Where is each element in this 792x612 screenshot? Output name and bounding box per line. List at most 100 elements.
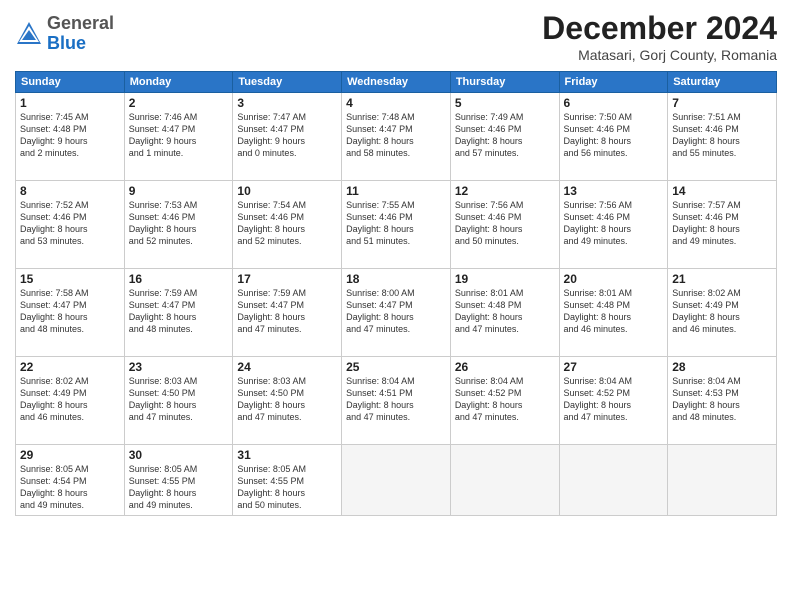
- calendar-cell: 24Sunrise: 8:03 AM Sunset: 4:50 PM Dayli…: [233, 357, 342, 445]
- calendar-cell: 2Sunrise: 7:46 AM Sunset: 4:47 PM Daylig…: [124, 93, 233, 181]
- calendar-cell: 9Sunrise: 7:53 AM Sunset: 4:46 PM Daylig…: [124, 181, 233, 269]
- day-number: 18: [346, 272, 446, 286]
- calendar-cell: 17Sunrise: 7:59 AM Sunset: 4:47 PM Dayli…: [233, 269, 342, 357]
- day-info: Sunrise: 8:04 AM Sunset: 4:52 PM Dayligh…: [455, 375, 555, 424]
- day-number: 20: [564, 272, 664, 286]
- col-saturday: Saturday: [668, 72, 777, 93]
- calendar-cell: 10Sunrise: 7:54 AM Sunset: 4:46 PM Dayli…: [233, 181, 342, 269]
- day-info: Sunrise: 7:59 AM Sunset: 4:47 PM Dayligh…: [129, 287, 229, 336]
- calendar-cell: 11Sunrise: 7:55 AM Sunset: 4:46 PM Dayli…: [342, 181, 451, 269]
- calendar-cell: 7Sunrise: 7:51 AM Sunset: 4:46 PM Daylig…: [668, 93, 777, 181]
- day-info: Sunrise: 8:05 AM Sunset: 4:54 PM Dayligh…: [20, 463, 120, 512]
- day-number: 28: [672, 360, 772, 374]
- col-monday: Monday: [124, 72, 233, 93]
- calendar-cell: 19Sunrise: 8:01 AM Sunset: 4:48 PM Dayli…: [450, 269, 559, 357]
- day-info: Sunrise: 8:04 AM Sunset: 4:52 PM Dayligh…: [564, 375, 664, 424]
- day-number: 23: [129, 360, 229, 374]
- day-info: Sunrise: 7:54 AM Sunset: 4:46 PM Dayligh…: [237, 199, 337, 248]
- calendar-week-row: 22Sunrise: 8:02 AM Sunset: 4:49 PM Dayli…: [16, 357, 777, 445]
- day-number: 15: [20, 272, 120, 286]
- day-info: Sunrise: 8:04 AM Sunset: 4:51 PM Dayligh…: [346, 375, 446, 424]
- day-info: Sunrise: 8:05 AM Sunset: 4:55 PM Dayligh…: [129, 463, 229, 512]
- day-info: Sunrise: 8:01 AM Sunset: 4:48 PM Dayligh…: [564, 287, 664, 336]
- col-friday: Friday: [559, 72, 668, 93]
- calendar-cell: 23Sunrise: 8:03 AM Sunset: 4:50 PM Dayli…: [124, 357, 233, 445]
- day-info: Sunrise: 7:56 AM Sunset: 4:46 PM Dayligh…: [455, 199, 555, 248]
- day-number: 31: [237, 448, 337, 462]
- calendar-week-row: 1Sunrise: 7:45 AM Sunset: 4:48 PM Daylig…: [16, 93, 777, 181]
- calendar-cell: 30Sunrise: 8:05 AM Sunset: 4:55 PM Dayli…: [124, 445, 233, 516]
- logo-icon: [15, 20, 43, 48]
- header: General Blue December 2024 Matasari, Gor…: [15, 10, 777, 63]
- day-info: Sunrise: 8:02 AM Sunset: 4:49 PM Dayligh…: [20, 375, 120, 424]
- day-info: Sunrise: 7:59 AM Sunset: 4:47 PM Dayligh…: [237, 287, 337, 336]
- day-number: 26: [455, 360, 555, 374]
- calendar-cell: 5Sunrise: 7:49 AM Sunset: 4:46 PM Daylig…: [450, 93, 559, 181]
- day-info: Sunrise: 7:48 AM Sunset: 4:47 PM Dayligh…: [346, 111, 446, 160]
- calendar-cell: 25Sunrise: 8:04 AM Sunset: 4:51 PM Dayli…: [342, 357, 451, 445]
- day-number: 14: [672, 184, 772, 198]
- day-number: 4: [346, 96, 446, 110]
- day-number: 6: [564, 96, 664, 110]
- day-info: Sunrise: 7:53 AM Sunset: 4:46 PM Dayligh…: [129, 199, 229, 248]
- col-thursday: Thursday: [450, 72, 559, 93]
- col-wednesday: Wednesday: [342, 72, 451, 93]
- day-info: Sunrise: 8:05 AM Sunset: 4:55 PM Dayligh…: [237, 463, 337, 512]
- day-number: 3: [237, 96, 337, 110]
- day-number: 2: [129, 96, 229, 110]
- logo-blue-text: Blue: [47, 34, 114, 54]
- calendar-cell: 1Sunrise: 7:45 AM Sunset: 4:48 PM Daylig…: [16, 93, 125, 181]
- day-info: Sunrise: 8:00 AM Sunset: 4:47 PM Dayligh…: [346, 287, 446, 336]
- day-number: 13: [564, 184, 664, 198]
- day-number: 19: [455, 272, 555, 286]
- calendar-cell: 13Sunrise: 7:56 AM Sunset: 4:46 PM Dayli…: [559, 181, 668, 269]
- logo: General Blue: [15, 14, 114, 54]
- calendar-cell: 8Sunrise: 7:52 AM Sunset: 4:46 PM Daylig…: [16, 181, 125, 269]
- day-number: 25: [346, 360, 446, 374]
- day-info: Sunrise: 7:47 AM Sunset: 4:47 PM Dayligh…: [237, 111, 337, 160]
- calendar-cell: 18Sunrise: 8:00 AM Sunset: 4:47 PM Dayli…: [342, 269, 451, 357]
- calendar-week-row: 29Sunrise: 8:05 AM Sunset: 4:54 PM Dayli…: [16, 445, 777, 516]
- calendar-cell: 12Sunrise: 7:56 AM Sunset: 4:46 PM Dayli…: [450, 181, 559, 269]
- day-info: Sunrise: 7:58 AM Sunset: 4:47 PM Dayligh…: [20, 287, 120, 336]
- day-number: 29: [20, 448, 120, 462]
- calendar-cell: 26Sunrise: 8:04 AM Sunset: 4:52 PM Dayli…: [450, 357, 559, 445]
- day-info: Sunrise: 8:03 AM Sunset: 4:50 PM Dayligh…: [237, 375, 337, 424]
- calendar-week-row: 15Sunrise: 7:58 AM Sunset: 4:47 PM Dayli…: [16, 269, 777, 357]
- month-title: December 2024: [542, 10, 777, 47]
- calendar-week-row: 8Sunrise: 7:52 AM Sunset: 4:46 PM Daylig…: [16, 181, 777, 269]
- calendar-cell: 14Sunrise: 7:57 AM Sunset: 4:46 PM Dayli…: [668, 181, 777, 269]
- day-number: 16: [129, 272, 229, 286]
- calendar-cell: [559, 445, 668, 516]
- day-number: 11: [346, 184, 446, 198]
- day-info: Sunrise: 7:57 AM Sunset: 4:46 PM Dayligh…: [672, 199, 772, 248]
- day-number: 22: [20, 360, 120, 374]
- day-number: 24: [237, 360, 337, 374]
- calendar-cell: [342, 445, 451, 516]
- day-info: Sunrise: 7:45 AM Sunset: 4:48 PM Dayligh…: [20, 111, 120, 160]
- day-number: 27: [564, 360, 664, 374]
- calendar-cell: 28Sunrise: 8:04 AM Sunset: 4:53 PM Dayli…: [668, 357, 777, 445]
- calendar-cell: 31Sunrise: 8:05 AM Sunset: 4:55 PM Dayli…: [233, 445, 342, 516]
- calendar-cell: 15Sunrise: 7:58 AM Sunset: 4:47 PM Dayli…: [16, 269, 125, 357]
- day-info: Sunrise: 7:50 AM Sunset: 4:46 PM Dayligh…: [564, 111, 664, 160]
- logo-text: General Blue: [47, 14, 114, 54]
- calendar-cell: 21Sunrise: 8:02 AM Sunset: 4:49 PM Dayli…: [668, 269, 777, 357]
- calendar-cell: 22Sunrise: 8:02 AM Sunset: 4:49 PM Dayli…: [16, 357, 125, 445]
- day-info: Sunrise: 8:02 AM Sunset: 4:49 PM Dayligh…: [672, 287, 772, 336]
- col-sunday: Sunday: [16, 72, 125, 93]
- day-number: 1: [20, 96, 120, 110]
- day-number: 9: [129, 184, 229, 198]
- calendar-cell: 20Sunrise: 8:01 AM Sunset: 4:48 PM Dayli…: [559, 269, 668, 357]
- day-info: Sunrise: 7:52 AM Sunset: 4:46 PM Dayligh…: [20, 199, 120, 248]
- day-number: 17: [237, 272, 337, 286]
- day-info: Sunrise: 7:51 AM Sunset: 4:46 PM Dayligh…: [672, 111, 772, 160]
- day-info: Sunrise: 7:55 AM Sunset: 4:46 PM Dayligh…: [346, 199, 446, 248]
- day-number: 8: [20, 184, 120, 198]
- col-tuesday: Tuesday: [233, 72, 342, 93]
- day-number: 12: [455, 184, 555, 198]
- calendar-cell: 4Sunrise: 7:48 AM Sunset: 4:47 PM Daylig…: [342, 93, 451, 181]
- day-info: Sunrise: 7:49 AM Sunset: 4:46 PM Dayligh…: [455, 111, 555, 160]
- day-number: 7: [672, 96, 772, 110]
- day-info: Sunrise: 8:04 AM Sunset: 4:53 PM Dayligh…: [672, 375, 772, 424]
